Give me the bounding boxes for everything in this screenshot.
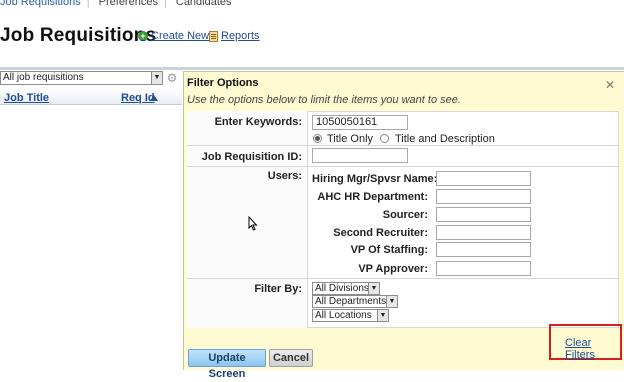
departments-select[interactable]: All Departments ▼ — [312, 295, 398, 308]
req-id-input[interactable] — [312, 148, 408, 163]
keywords-label: Enter Keywords: — [214, 116, 302, 128]
nav-job-requisitions[interactable]: Job Requisitions — [0, 0, 81, 8]
mouse-cursor-icon — [248, 216, 258, 231]
filter-panel-title: Filter Options — [187, 77, 259, 89]
users-label: Users: — [267, 170, 302, 182]
vp-staffing-input[interactable] — [436, 242, 531, 257]
view-select[interactable]: All job requisitions ▼ — [0, 71, 163, 85]
column-job-title[interactable]: Job Title — [4, 92, 49, 104]
update-screen-button[interactable]: Update Screen — [188, 349, 266, 380]
hiring-manager-input[interactable] — [436, 171, 531, 186]
second-recruiter-input[interactable] — [436, 225, 531, 240]
radio-title-only-label: Title Only — [327, 133, 374, 145]
sourcer-input[interactable] — [436, 207, 531, 222]
chevron-down-icon: ▼ — [368, 283, 379, 294]
nav-candidates[interactable]: Candidates — [176, 0, 232, 8]
cancel-button[interactable]: Cancel — [269, 349, 313, 367]
vp-approver-input[interactable] — [436, 261, 531, 276]
radio-title-description[interactable] — [380, 134, 389, 143]
radio-title-only[interactable] — [313, 134, 322, 143]
page-title: Job Requisitions — [0, 25, 157, 46]
divisions-select[interactable]: All Divisions ▼ — [312, 282, 380, 295]
reports-link[interactable]: Reports — [209, 30, 260, 42]
second-recruiter-label: Second Recruiter: — [333, 227, 428, 239]
divider-band — [0, 67, 624, 70]
close-icon[interactable]: ✕ — [605, 78, 615, 92]
nav-preferences[interactable]: Preferences — [99, 0, 158, 8]
vp-staffing-label: VP Of Staffing: — [350, 244, 428, 256]
chevron-down-icon: ▼ — [377, 310, 388, 321]
locations-select[interactable]: All Locations ▼ — [312, 309, 389, 322]
sourcer-label: Sourcer: — [382, 209, 428, 221]
create-new-link[interactable]: + Create New — [138, 30, 209, 42]
keywords-input[interactable]: 1050050161 — [312, 115, 408, 130]
chevron-down-icon: ▼ — [386, 296, 397, 307]
clear-filters-link[interactable]: Clear Filters — [565, 337, 624, 361]
hr-department-label: AHC HR Department: — [317, 191, 428, 203]
vp-approver-label: VP Approver: — [358, 263, 428, 275]
sort-ascending-icon[interactable] — [150, 95, 158, 101]
plus-icon: + — [138, 31, 148, 41]
hr-department-input[interactable] — [436, 189, 531, 204]
filter-by-label: Filter By: — [254, 283, 302, 295]
chevron-down-icon: ▼ — [151, 72, 162, 84]
filter-panel-subtitle: Use the options below to limit the items… — [187, 94, 461, 106]
req-id-label: Job Requisition ID: — [201, 151, 302, 163]
top-nav: Job Requisitions | Preferences | Candidate… — [0, 0, 238, 10]
gear-icon[interactable]: ⚙ — [165, 71, 179, 85]
report-icon — [209, 30, 218, 42]
radio-title-description-label: Title and Description — [395, 133, 495, 145]
hiring-manager-label: Hiring Mgr/Spvsr Name: — [312, 173, 438, 185]
